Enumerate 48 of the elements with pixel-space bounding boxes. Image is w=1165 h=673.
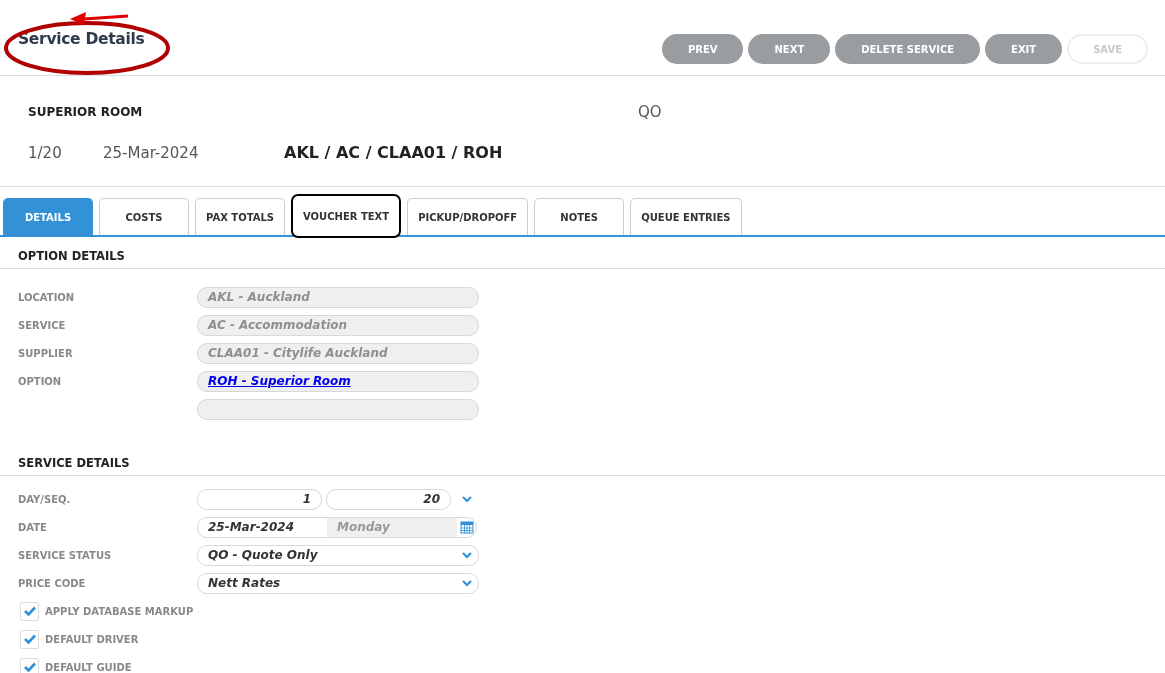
- tab[interactable]: COSTS: [99, 198, 189, 235]
- field-label: PRICE CODE: [18, 577, 87, 589]
- field-label: OPTION: [18, 375, 63, 387]
- input-field: AKL - Auckland: [197, 286, 479, 308]
- service-name: SUPERIOR ROOM: [28, 105, 144, 119]
- chevron-down-icon: [462, 551, 472, 559]
- day-sequence: 1/20: [28, 143, 63, 162]
- checkbox[interactable]: [20, 601, 39, 621]
- status-code: QO: [638, 103, 662, 121]
- section-heading: SERVICE DETAILS: [0, 444, 1165, 476]
- checkbox-label: DEFAULT GUIDE: [45, 661, 132, 673]
- tab[interactable]: PICKUP/DROPOFF: [407, 198, 529, 235]
- field-label: SERVICE STATUS: [18, 549, 113, 561]
- input-field: AC - Accommodation: [197, 314, 479, 336]
- tab[interactable]: QUEUE ENTRIES: [630, 198, 742, 235]
- input-field: CLAA01 - Citylife Auckland: [197, 342, 479, 364]
- service-date: 25-Mar-2024: [103, 143, 200, 162]
- weekday-value: Monday: [327, 517, 457, 537]
- chevron-down-icon: [462, 579, 472, 587]
- select-value: QO - Quote Only: [208, 548, 318, 562]
- select-field[interactable]: QO - Quote Only: [197, 544, 479, 566]
- tab[interactable]: NOTES: [534, 198, 625, 235]
- checkmark-icon: [23, 606, 36, 616]
- day-field[interactable]: 1: [197, 488, 322, 510]
- date-field[interactable]: 25-Mar-2024 Monday: [197, 516, 477, 538]
- option-link[interactable]: ROH - Superior Room: [208, 374, 351, 388]
- field-label: DATE: [18, 521, 48, 533]
- field-label: LOCATION: [18, 291, 76, 303]
- field-label: SERVICE: [18, 319, 67, 331]
- date-value: 25-Mar-2024: [208, 520, 295, 534]
- chevron-down-icon: [461, 494, 473, 504]
- tab[interactable]: PAX TOTALS: [195, 198, 286, 235]
- checkbox[interactable]: [20, 657, 39, 673]
- field-label: DAY/SEQ.: [18, 493, 72, 505]
- select-value: Nett Rates: [208, 576, 281, 590]
- field-label: SUPPLIER: [18, 347, 74, 359]
- checkbox-label: DEFAULT DRIVER: [45, 633, 139, 645]
- tab[interactable]: VOUCHER TEXT: [291, 194, 402, 238]
- page-title: Service Details: [18, 30, 145, 48]
- service-code-path: AKL / AC / CLAA01 / ROH: [284, 143, 503, 162]
- checkmark-icon: [23, 634, 36, 644]
- checkmark-icon: [23, 662, 36, 672]
- section-heading: OPTION DETAILS: [0, 237, 1165, 269]
- checkbox-label: APPLY DATABASE MARKUP: [45, 605, 194, 617]
- sequence-field[interactable]: 20: [326, 488, 451, 510]
- calendar-icon: [460, 520, 474, 534]
- select-field[interactable]: Nett Rates: [197, 572, 479, 594]
- checkbox[interactable]: [20, 629, 39, 649]
